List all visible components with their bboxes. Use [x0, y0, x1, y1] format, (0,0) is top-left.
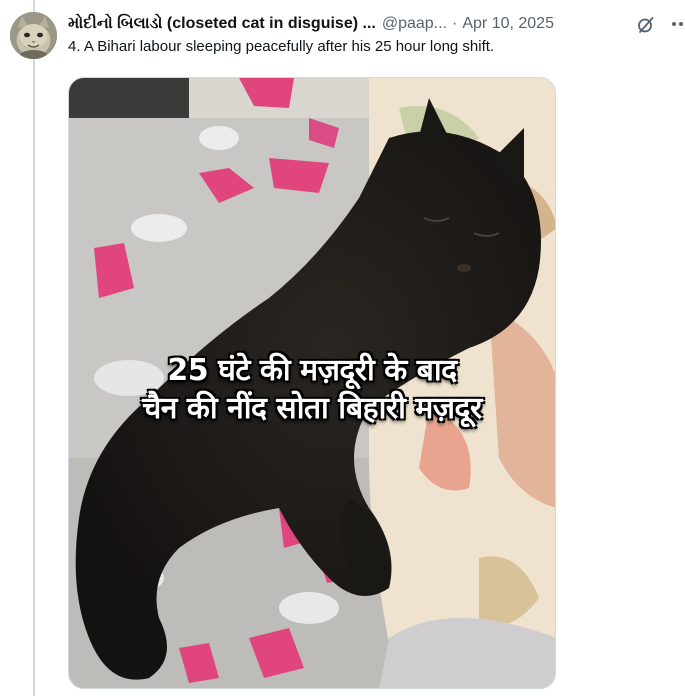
meme-caption-line-2: चैन की नींद सोता बिहारी मज़दूर	[142, 391, 482, 426]
post-text: 4. A Bihari labour sleeping peacefully a…	[68, 38, 495, 55]
user-handle[interactable]: @paap...	[382, 15, 447, 33]
avatar[interactable]	[10, 12, 57, 59]
post-header: મોદીનો બિલાડો (closeted cat in disguise)…	[68, 12, 685, 36]
display-name[interactable]: મોદીનો બિલાડો (closeted cat in disguise)…	[68, 15, 376, 33]
more-icon[interactable]	[670, 14, 685, 34]
separator-dot: ·	[452, 15, 458, 32]
grok-icon[interactable]	[636, 15, 656, 35]
post-media-image[interactable]: 25 घंटे की मज़दूरी के बाद चैन की नींद सो…	[68, 77, 556, 689]
post-date[interactable]: Apr 10, 2025	[462, 15, 554, 33]
avatar-cat-icon	[10, 12, 57, 59]
meme-caption-line-1: 25 घंटे की मज़दूरी के बाद	[167, 353, 457, 388]
thread-line	[33, 0, 35, 696]
